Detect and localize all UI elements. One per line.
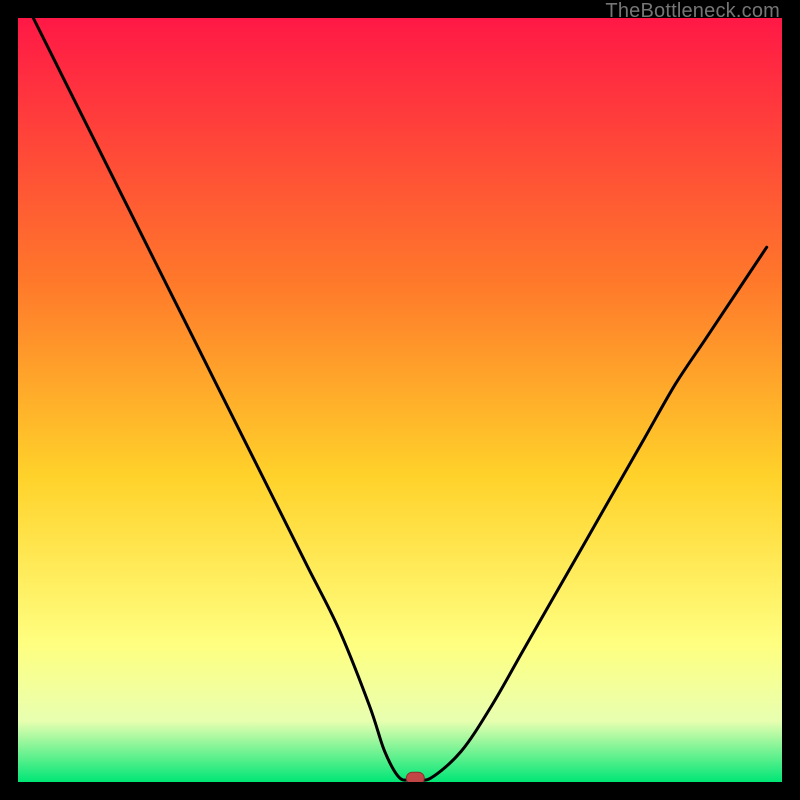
bottleneck-chart	[18, 18, 782, 782]
watermark-text: TheBottleneck.com	[605, 0, 780, 23]
plot-area	[18, 18, 782, 782]
chart-frame: TheBottleneck.com	[0, 0, 800, 800]
optimum-marker	[406, 772, 424, 782]
